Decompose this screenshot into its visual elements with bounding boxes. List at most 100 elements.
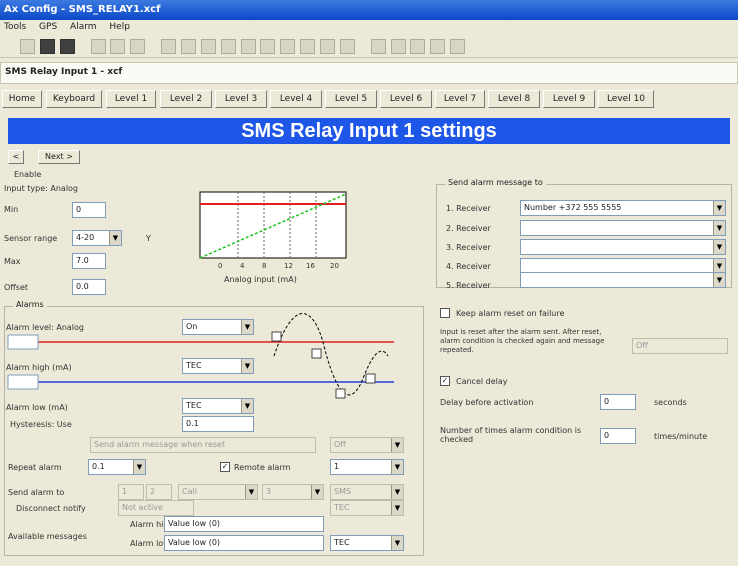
path-bar: SMS Relay Input 1 - xcf	[0, 62, 738, 84]
compare-icon[interactable]	[180, 39, 196, 54]
chevron-down-icon: ▼	[391, 501, 403, 515]
check-icon[interactable]	[370, 39, 386, 54]
settings-icon[interactable]	[280, 39, 296, 54]
cancel-delay-label: Cancel delay	[456, 377, 508, 386]
menu-gps[interactable]: GPS	[39, 22, 57, 32]
chevron-down-icon: ▼	[391, 460, 403, 474]
tab-level-9[interactable]: Level 9	[543, 90, 595, 108]
tab-level-8[interactable]: Level 8	[488, 90, 540, 108]
menu-bar: Tools GPS Alarm Help	[0, 20, 738, 36]
search-icon[interactable]	[200, 39, 216, 54]
copy-icon[interactable]	[110, 39, 126, 54]
upload-icon[interactable]	[390, 39, 406, 54]
remote-alarm-select[interactable]: 1 ▼	[330, 459, 404, 475]
tab-keyboard[interactable]: Keyboard	[46, 90, 102, 108]
tab-level-1[interactable]: Level 1	[106, 90, 156, 108]
low-level-input[interactable]	[7, 374, 39, 390]
chevron-down-icon: ▼	[713, 201, 725, 215]
graph-y-label: Y	[146, 234, 151, 243]
delay-activation-input[interactable]: 0	[600, 394, 636, 410]
reset-note: Input is reset after the alarm sent. Aft…	[440, 328, 605, 354]
grid-icon[interactable]	[339, 39, 355, 54]
next-button[interactable]: Next >	[38, 150, 80, 164]
send-message-group-title: Send alarm message to	[445, 178, 546, 187]
download-icon[interactable]	[410, 39, 426, 54]
window-title: Ax Config - SMS_RELAY1.xcf	[0, 0, 738, 20]
low-reset-marker-icon	[365, 373, 376, 384]
check-count-input[interactable]: 0	[600, 428, 636, 444]
high-level-input[interactable]	[7, 334, 39, 350]
offset-label: Offset	[4, 283, 29, 292]
high-reset-marker-icon	[311, 348, 322, 359]
tab-level-3[interactable]: Level 3	[215, 90, 267, 108]
sensor-range-select[interactable]: 4-20 ▼	[72, 230, 122, 246]
offset-input[interactable]: 0.0	[72, 279, 106, 295]
graph-xtick: 8	[262, 262, 266, 270]
sensor-range-label: Sensor range	[4, 234, 58, 243]
cancel-delay-checkbox[interactable]: ✓	[440, 376, 450, 386]
hysteresis-input[interactable]: 0.1	[182, 416, 254, 432]
chart-icon[interactable]	[320, 39, 335, 54]
read-icon[interactable]	[161, 39, 176, 54]
toolbar	[0, 36, 738, 58]
scale-max-input[interactable]: 7.0	[72, 253, 106, 269]
find-icon[interactable]	[220, 39, 236, 54]
keep-alarm-label: Keep alarm reset on failure	[456, 309, 565, 318]
message-high-input[interactable]: Value low (0)	[164, 516, 324, 532]
tab-level-4[interactable]: Level 4	[270, 90, 322, 108]
chevron-down-icon: ▼	[133, 460, 145, 474]
graph-xtick: 0	[218, 262, 222, 270]
receiver-1-select[interactable]: Number +372 555 5555 ▼	[520, 200, 726, 216]
chevron-down-icon: ▼	[109, 231, 121, 245]
connect-icon[interactable]	[430, 39, 446, 54]
tab-level-2[interactable]: Level 2	[160, 90, 212, 108]
tab-level-10[interactable]: Level 10	[598, 90, 654, 108]
receiver-5-label: 5. Receiver	[446, 281, 491, 290]
tab-level-6[interactable]: Level 6	[380, 90, 432, 108]
message-low-select[interactable]: TEC ▼	[330, 535, 404, 551]
keep-alarm-checkbox[interactable]	[440, 308, 450, 318]
chevron-down-icon: ▼	[391, 485, 403, 499]
menu-help[interactable]: Help	[109, 22, 130, 32]
graph-area	[199, 191, 347, 259]
remote-alarm-checkbox[interactable]: ✓	[220, 462, 230, 472]
tab-level-7[interactable]: Level 7	[435, 90, 485, 108]
write-icon[interactable]	[59, 39, 75, 54]
graph-xtick: 4	[240, 262, 245, 270]
repeat-alarm-label: Repeat alarm	[8, 463, 62, 472]
send-option-call: Call ▼	[178, 484, 258, 500]
receiver-2-select[interactable]: ▼	[520, 220, 726, 236]
receiver-4-label: 4. Receiver	[446, 262, 491, 271]
menu-tools[interactable]: Tools	[4, 22, 26, 32]
link-icon[interactable]	[300, 39, 316, 54]
message-low-input[interactable]: Value low (0)	[164, 535, 324, 551]
check-count-unit: times/minute	[654, 432, 708, 441]
print-icon[interactable]	[240, 39, 256, 54]
disconnect-notify-select: TEC ▼	[330, 500, 404, 516]
receiver-5-select[interactable]: ▼	[520, 272, 726, 288]
menu-alarm[interactable]: Alarm	[70, 22, 96, 32]
reset-note-field: Off	[632, 338, 728, 354]
reset-message-field: Send alarm message when reset	[90, 437, 316, 453]
scale-min-label: Min	[4, 205, 19, 214]
paste-icon[interactable]	[130, 39, 146, 54]
high-marker-icon	[271, 331, 282, 342]
tab-level-5[interactable]: Level 5	[325, 90, 377, 108]
scale-min-input[interactable]: 0	[72, 202, 106, 218]
chevron-down-icon: ▼	[713, 221, 725, 235]
tab-home[interactable]: Home	[2, 90, 42, 108]
chevron-down-icon: ▼	[391, 536, 403, 550]
prev-button[interactable]: <	[8, 150, 24, 164]
enable-label: Enable	[14, 170, 42, 179]
preview-icon[interactable]	[260, 39, 276, 54]
repeat-alarm-select[interactable]: 0.1 ▼	[88, 459, 146, 475]
send-option-2: 2	[146, 484, 172, 500]
chevron-down-icon: ▼	[713, 273, 725, 287]
save-icon[interactable]	[39, 39, 55, 54]
receiver-3-select[interactable]: ▼	[520, 239, 726, 255]
graph-x-label: Analog input (mA)	[224, 275, 297, 284]
disconnect-notify-label: Disconnect notify	[16, 504, 86, 513]
help-icon[interactable]	[450, 39, 466, 54]
open-icon[interactable]	[20, 39, 35, 54]
cut-icon[interactable]	[90, 39, 106, 54]
